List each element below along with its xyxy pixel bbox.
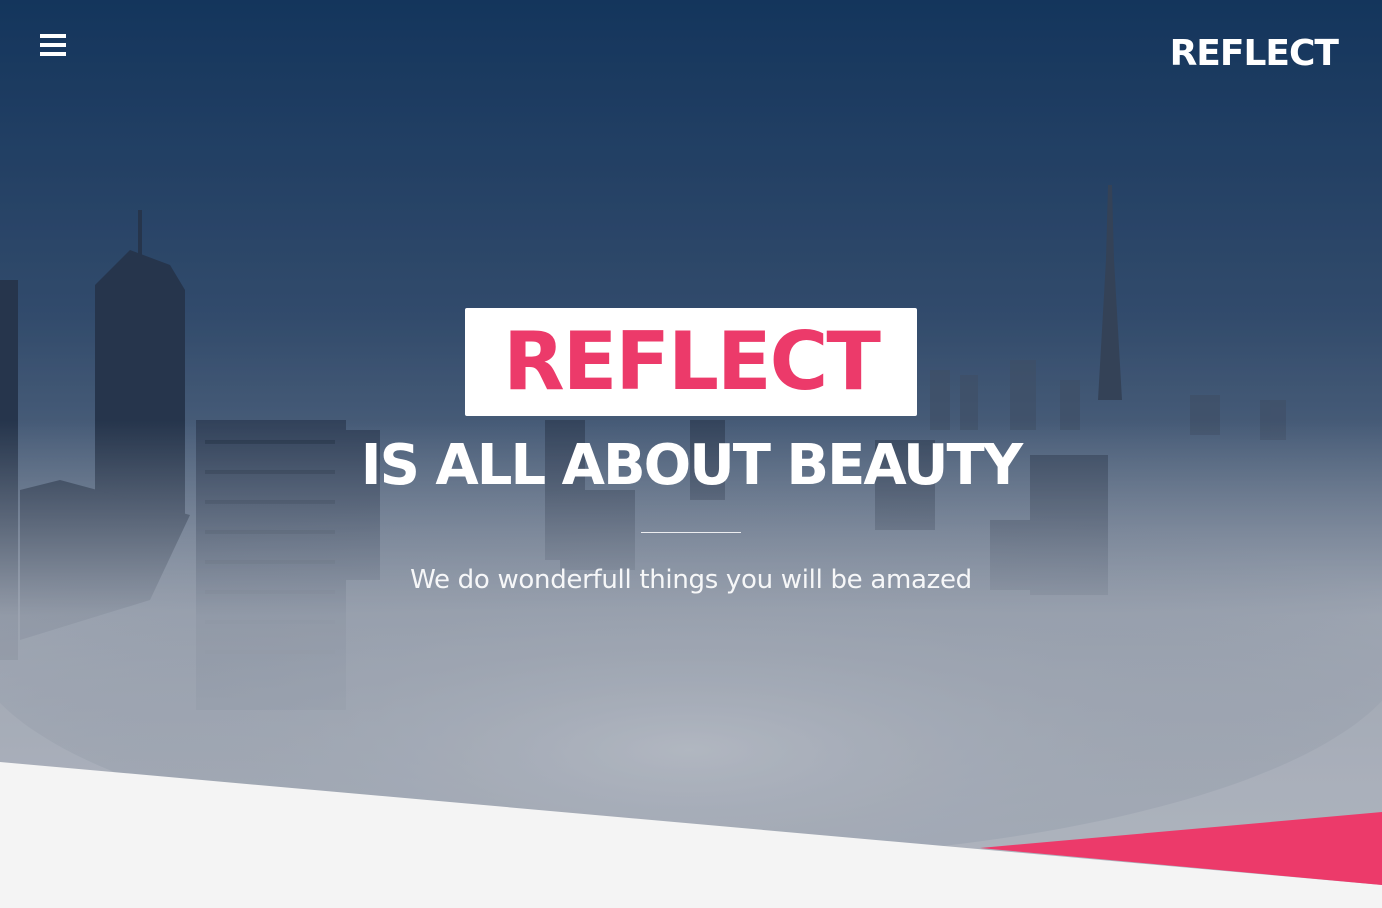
divider-line [641, 532, 741, 533]
hero-content: REFLECT IS ALL ABOUT BEAUTY We do wonder… [0, 308, 1382, 595]
brand-title: REFLECT [503, 315, 881, 408]
menu-bar [40, 43, 66, 47]
hamburger-menu-icon[interactable] [40, 34, 66, 58]
hero-section: REFLECT REFLECT IS ALL ABOUT BEAUTY We d… [0, 0, 1382, 908]
brand-box: REFLECT [465, 308, 917, 416]
hero-tagline: IS ALL ABOUT BEAUTY [360, 433, 1023, 498]
site-logo[interactable]: REFLECT [1170, 34, 1339, 74]
menu-bar [40, 34, 66, 38]
hero-subtitle: We do wonderfull things you will be amaz… [410, 565, 972, 595]
menu-bar [40, 52, 66, 56]
